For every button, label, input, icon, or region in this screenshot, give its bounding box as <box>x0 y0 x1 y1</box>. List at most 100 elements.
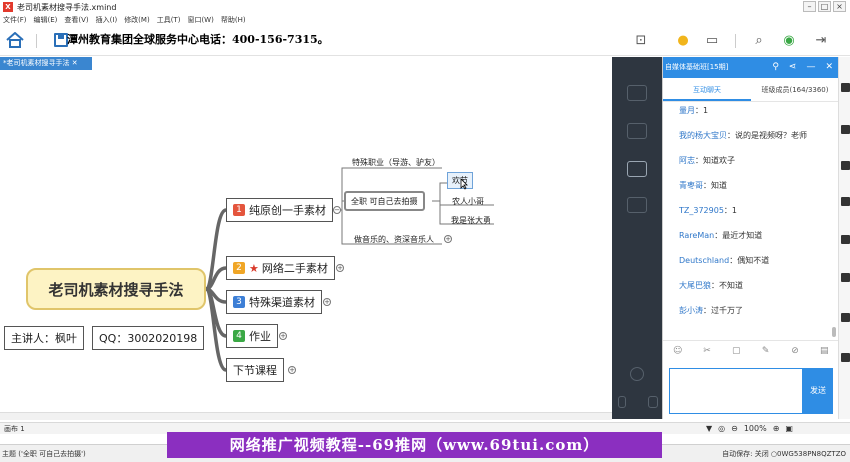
chat-message: RareMan：最近才知道 <box>679 231 763 240</box>
star-icon: ★ <box>249 261 259 275</box>
class-name: 自媒体基础班[15期] <box>665 63 729 71</box>
branch-special-channel-material[interactable]: 3 特殊渠道素材 <box>226 290 322 314</box>
task-icon[interactable] <box>841 353 850 362</box>
pin-icon[interactable]: ⚲ <box>772 57 779 78</box>
export-icon[interactable]: ⇥ <box>812 32 830 50</box>
minimize-icon[interactable]: — <box>806 57 815 78</box>
speaker-icon[interactable] <box>648 396 658 408</box>
priority-2-badge: 2 <box>233 262 245 274</box>
subtopic-musician[interactable]: 做音乐的、资深音乐人 <box>354 234 434 245</box>
maximize-button[interactable]: □ <box>818 1 831 12</box>
chat-main: 自媒体基础班[15期] ⚲ ⋖ — ✕ 互动聊天 班级成员(164/3360) … <box>662 57 839 419</box>
close-icon[interactable]: ✕ <box>825 57 833 78</box>
chat-side-toolbar <box>612 57 662 419</box>
image-icon[interactable] <box>841 161 850 170</box>
hand-icon[interactable] <box>627 123 647 139</box>
collapse-toggle-icon[interactable]: − <box>333 206 341 214</box>
mouse-cursor-icon <box>460 178 468 190</box>
expand-toggle-icon[interactable]: + <box>444 235 452 243</box>
branch-next-lesson[interactable]: 下节课程 <box>226 358 284 382</box>
scissors-icon[interactable]: ✂ <box>701 346 712 357</box>
canvas-tab-1[interactable]: 画布 1 <box>4 424 25 434</box>
microphone-icon[interactable] <box>618 396 626 408</box>
branch-label: 特殊渠道素材 <box>249 296 315 309</box>
zoom-out-icon[interactable]: ⊖ <box>731 424 738 433</box>
zoom-in-icon[interactable]: ⊕ <box>773 424 780 433</box>
screen-icon[interactable] <box>627 85 647 101</box>
branch-original-material[interactable]: 1 纯原创一手素材 <box>226 198 333 222</box>
live-chat-panel: 自媒体基础班[15期] ⚲ ⋖ — ✕ 互动聊天 班级成员(164/3360) … <box>612 57 839 419</box>
leaf-farmer-brother[interactable]: 农人小哥 <box>452 196 484 207</box>
text-icon[interactable] <box>841 235 850 244</box>
branch-label: 网络二手素材 <box>261 262 328 275</box>
gift-icon[interactable]: ▤ <box>819 346 830 357</box>
note-icon[interactable] <box>841 313 850 322</box>
speaker-label[interactable]: 主讲人：枫叶 <box>4 326 84 350</box>
search-icon[interactable]: ⌕ <box>750 32 768 50</box>
chat-header-controls: ⚲ ⋖ — ✕ <box>772 57 833 78</box>
image-icon[interactable]: ▢ <box>731 346 742 357</box>
chat-message: 彭小涛：过千万了 <box>679 306 743 315</box>
minimize-button[interactable]: – <box>803 1 816 12</box>
tab-interactive-chat[interactable]: 互动聊天 <box>663 78 751 101</box>
share-icon[interactable]: ⋖ <box>789 57 797 78</box>
presentation-icon[interactable]: ⊡ <box>632 32 650 50</box>
autosave-status: 自动保存: 关闭 ○0WG538PN8QZTZO <box>722 450 846 458</box>
branch-label: 纯原创一手素材 <box>249 204 326 217</box>
chat-message: 阿志：知道欢子 <box>679 156 735 165</box>
branch-label: 作业 <box>249 330 271 343</box>
chat-input-tools: ☺ ✂ ▢ ✎ ⊘ ▤ <box>663 340 839 362</box>
emoji-icon[interactable]: ☺ <box>672 346 683 357</box>
branch-label: 下节课程 <box>233 364 277 377</box>
eye-icon[interactable]: ◎ <box>718 424 725 433</box>
outline-icon[interactable] <box>841 83 850 92</box>
right-sidebar <box>838 57 850 419</box>
chat-tabs: 互动聊天 班级成员(164/3360) <box>663 78 839 102</box>
selected-topic-status: 主题 ('全职 可自己去拍摄') <box>2 450 86 458</box>
expand-toggle-icon[interactable]: + <box>336 264 344 272</box>
chat-scrollbar-thumb[interactable] <box>832 327 836 337</box>
chat-messages: 量月：1 我的杨大宝贝：说的是视频呀？老师 阿志：知道欢子 青枣哥：知道 TZ_… <box>679 105 831 330</box>
expand-toggle-icon[interactable]: + <box>323 298 331 306</box>
priority-4-badge: 4 <box>233 330 245 342</box>
chat-message: Deutschland：偶知不道 <box>679 256 770 265</box>
subtopic-fulltime-shooting[interactable]: 全职 可自己去拍摄 <box>344 191 425 211</box>
close-button[interactable]: × <box>833 1 846 12</box>
camera-icon[interactable] <box>627 197 647 213</box>
tab-class-members[interactable]: 班级成员(164/3360) <box>751 78 839 101</box>
branch-homework[interactable]: 4 作业 <box>226 324 278 348</box>
comment-icon[interactable] <box>841 273 850 282</box>
priority-3-badge: 3 <box>233 296 245 308</box>
branch-secondhand-material[interactable]: 2 ★ 网络二手素材 <box>226 256 335 280</box>
toolbar-separator <box>735 34 736 48</box>
lightbulb-icon[interactable]: ● <box>674 32 692 50</box>
root-topic[interactable]: 老司机素材搜寻手法 <box>26 268 206 310</box>
block-icon[interactable]: ⊘ <box>789 346 800 357</box>
horizontal-scrollbar[interactable] <box>0 412 612 420</box>
expand-toggle-icon[interactable]: + <box>288 366 296 374</box>
presentation-icon[interactable] <box>627 161 647 177</box>
send-button[interactable]: 发送 <box>803 368 833 414</box>
marker-icon[interactable] <box>841 197 850 206</box>
window-icon[interactable]: ▭ <box>703 32 721 50</box>
share-icon[interactable]: ◉ <box>780 32 798 50</box>
chat-message: 我的杨大宝贝：说的是视频呀？老师 <box>679 131 807 140</box>
chat-message: 大尾巴狼：不知道 <box>679 281 743 290</box>
chat-message: 量月：1 <box>679 106 709 115</box>
format-icon[interactable] <box>841 125 850 134</box>
priority-1-badge: 1 <box>233 204 245 216</box>
chat-message: 青枣哥：知道 <box>679 181 727 190</box>
zoom-level: 100% <box>743 424 767 433</box>
filter-icon[interactable]: ▼ <box>706 424 712 433</box>
window-controls: – □ × <box>803 1 846 12</box>
edit-icon[interactable]: ✎ <box>760 346 771 357</box>
chat-message-input[interactable] <box>669 368 803 414</box>
zoom-controls: ▼ ◎ ⊖ 100% ⊕ ▣ <box>706 424 793 433</box>
leaf-zhang-dayong[interactable]: 我是张大勇 <box>451 215 491 226</box>
chat-message: TZ_372905：1 <box>679 206 737 215</box>
settings-icon[interactable] <box>630 367 644 381</box>
subtopic-special-occupation[interactable]: 特殊职业（导游、驴友） <box>352 157 440 168</box>
qq-label[interactable]: QQ：3002020198 <box>92 326 205 350</box>
fit-icon[interactable]: ▣ <box>785 424 793 433</box>
expand-toggle-icon[interactable]: + <box>279 332 287 340</box>
